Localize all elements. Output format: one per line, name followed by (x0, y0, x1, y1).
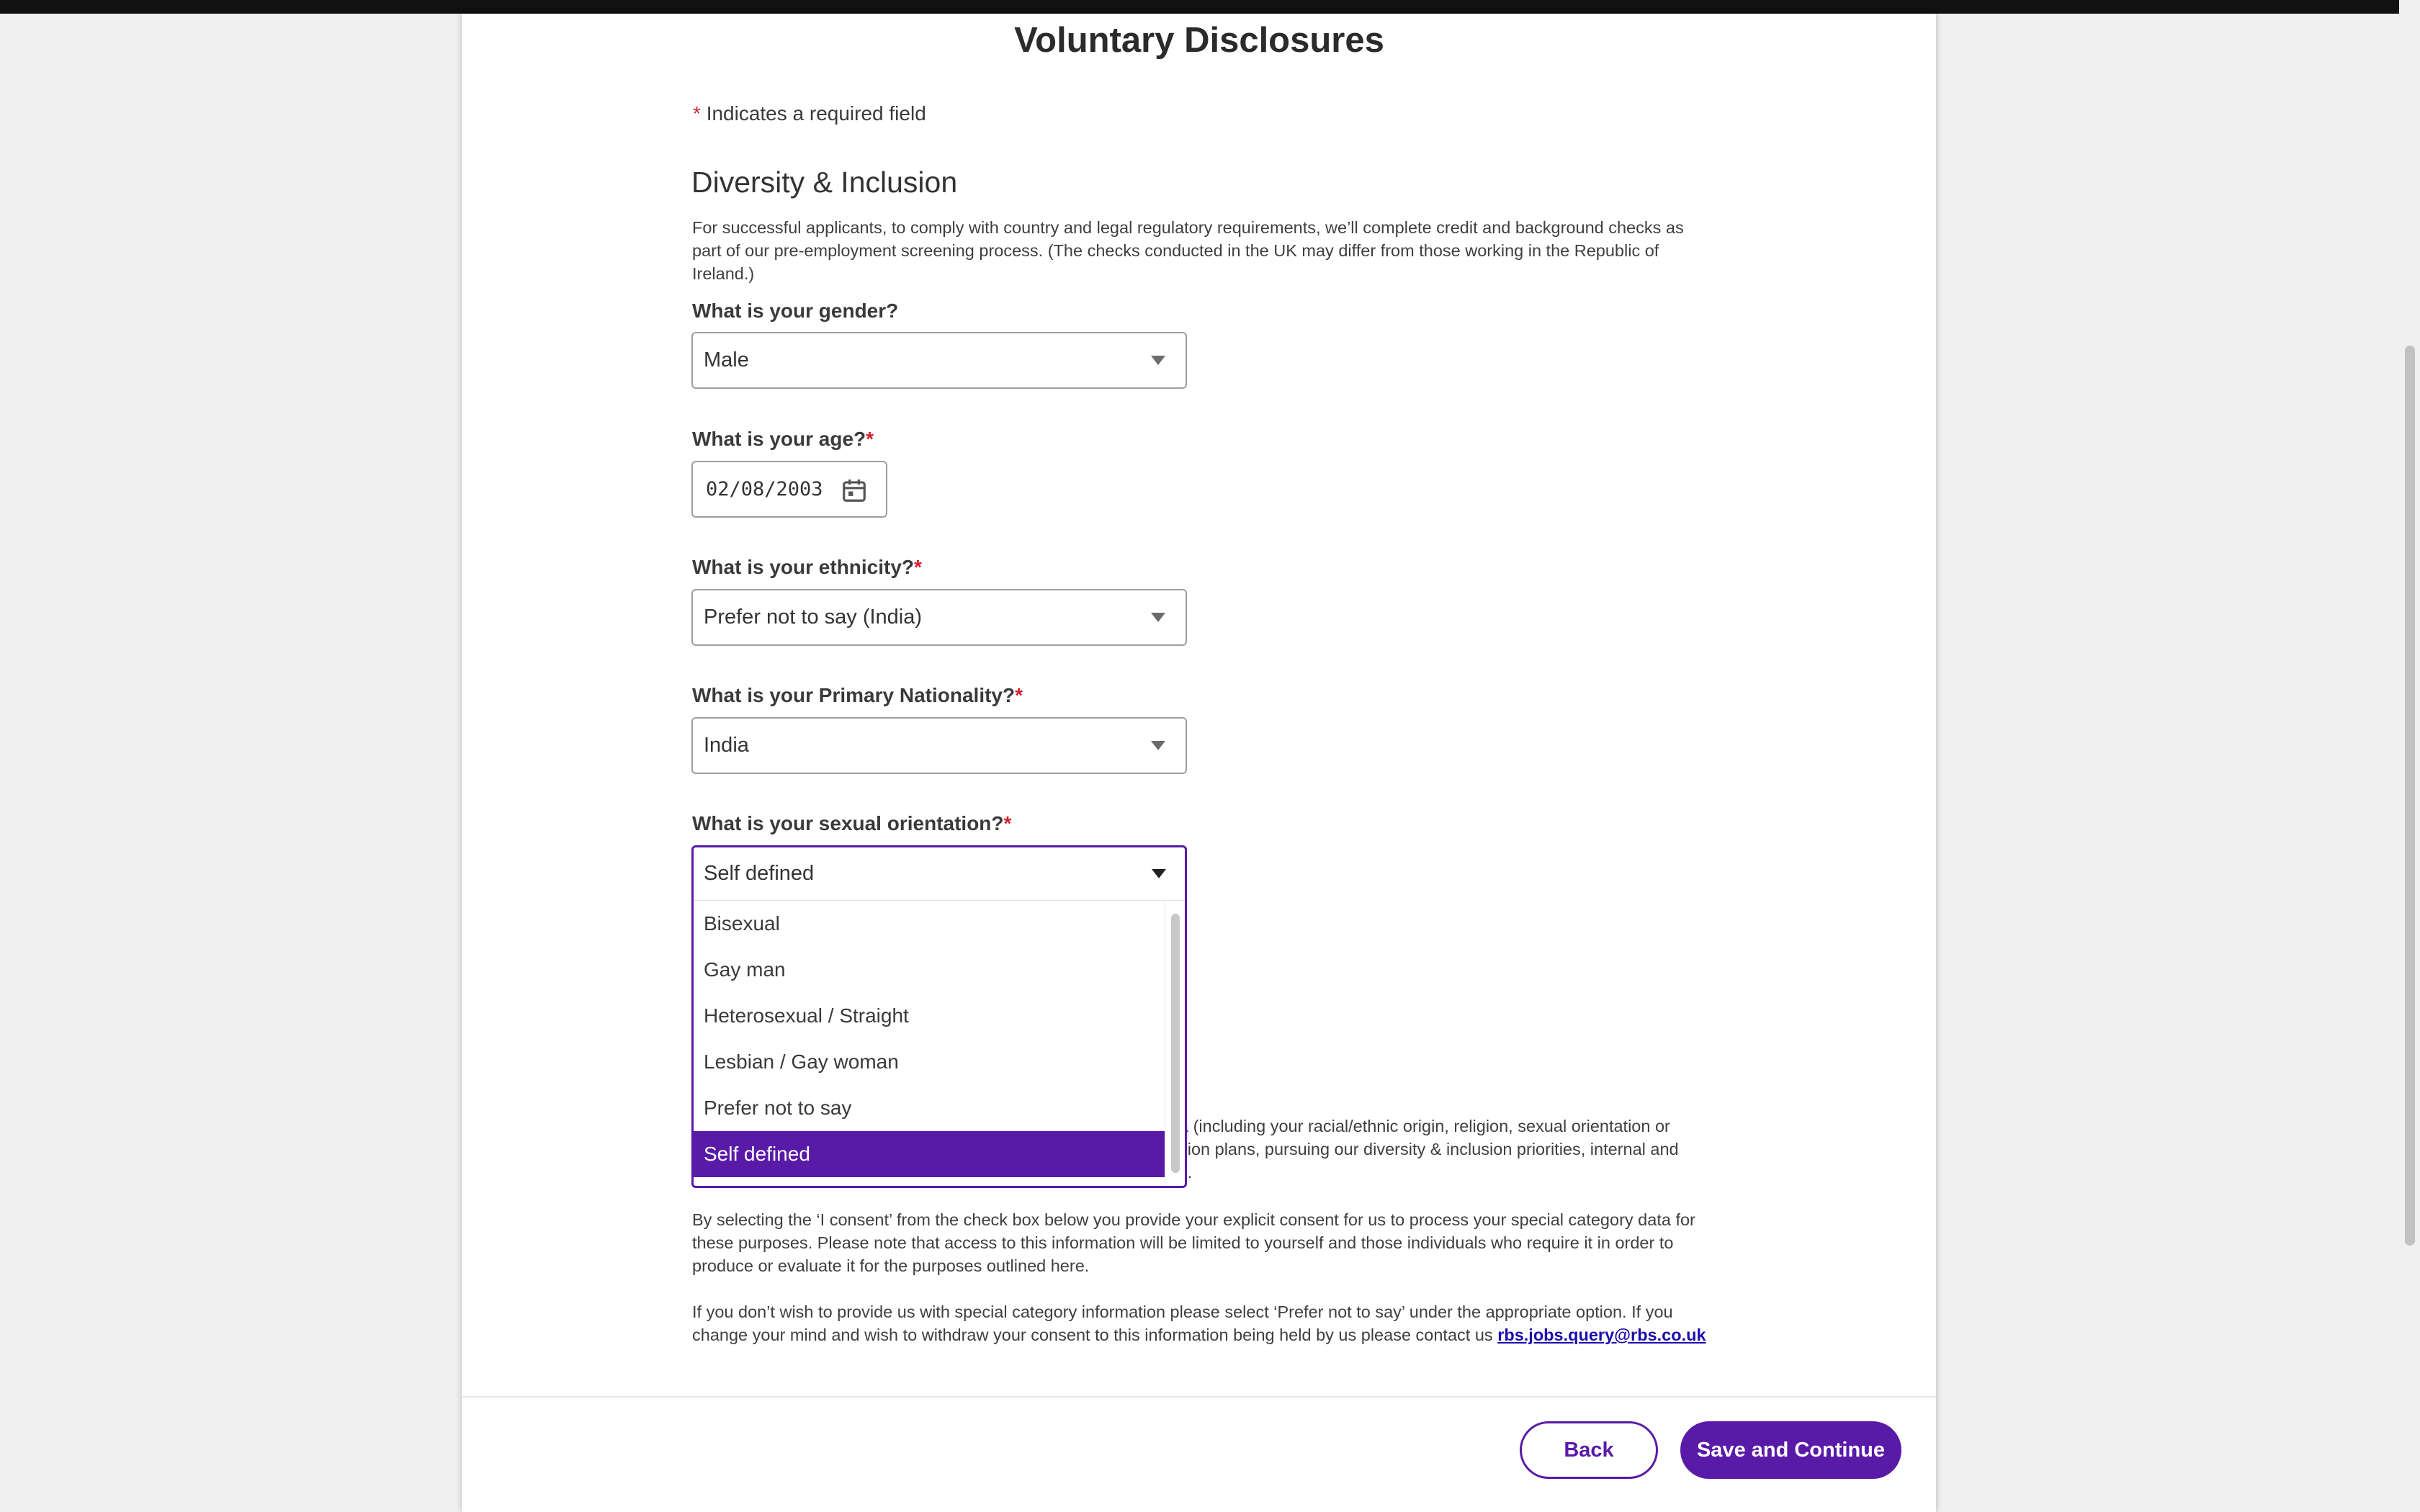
ethnicity-label: What is your ethnicity?* (692, 556, 922, 579)
orientation-value: Self defined (704, 862, 815, 885)
orientation-option[interactable]: Bisexual (694, 901, 1165, 947)
consent-partial-line: s. (1179, 1161, 1726, 1184)
required-marker: * (914, 556, 922, 578)
orientation-select-open[interactable]: Self defined Bisexual Gay man Heterosexu… (691, 845, 1187, 1188)
orientation-select-header[interactable]: Self defined (694, 847, 1185, 901)
nationality-value: India (704, 734, 749, 757)
age-date-value: 02/08/2003 (706, 478, 823, 500)
chevron-down-icon (1151, 356, 1165, 365)
nationality-label-text: What is your Primary Nationality? (692, 684, 1016, 706)
nationality-label: What is your Primary Nationality?* (692, 684, 1023, 707)
save-and-continue-button[interactable]: Save and Continue (1680, 1421, 1901, 1479)
footer-divider (462, 1396, 1936, 1398)
age-label: What is your age?* (692, 428, 874, 451)
orientation-options: Bisexual Gay man Heterosexual / Straight… (694, 901, 1165, 1186)
orientation-option[interactable]: Heterosexual / Straight (694, 993, 1165, 1039)
orientation-option[interactable]: Gay man (694, 947, 1165, 993)
age-label-text: What is your age? (692, 428, 866, 450)
section-heading: Diversity & Inclusion (691, 166, 958, 199)
page-scrollbar-thumb[interactable] (2405, 346, 2415, 1246)
ethnicity-value: Prefer not to say (India) (704, 606, 923, 629)
browser-top-bar (0, 0, 2420, 14)
chevron-down-icon (1152, 869, 1166, 878)
section-intro: For successful applicants, to comply wit… (692, 218, 1684, 283)
orientation-option[interactable]: Prefer not to say (694, 1085, 1165, 1131)
nationality-select[interactable]: India (691, 717, 1187, 774)
required-note-text: Indicates a required field (706, 102, 926, 125)
ethnicity-label-text: What is your ethnicity? (692, 556, 915, 578)
required-field-note: * Indicates a required field (693, 102, 926, 125)
required-marker: * (866, 428, 874, 450)
consent-paragraph-1: By selecting the ‘I consent’ from the ch… (692, 1210, 1695, 1275)
calendar-icon[interactable] (841, 477, 868, 504)
required-marker: * (693, 102, 701, 125)
consent-partial-line: sion plans, pursuing our diversity & inc… (1179, 1140, 1679, 1158)
consent-partial-line: a (including your racial/ethnic origin, … (1179, 1117, 1670, 1135)
chevron-down-icon (1151, 613, 1165, 622)
contact-email-link[interactable]: rbs.jobs.query@rbs.co.uk (1497, 1326, 1706, 1344)
orientation-label-text: What is your sexual orientation? (692, 812, 1004, 834)
consent-partial-text: a (including your racial/ethnic origin, … (1179, 1115, 1726, 1184)
orientation-scrollbar-thumb[interactable] (1171, 914, 1180, 1173)
chevron-down-icon (1151, 741, 1165, 750)
back-button[interactable]: Back (1520, 1421, 1658, 1479)
gender-value: Male (704, 348, 749, 372)
consent-paragraph-2: If you don’t wish to provide us with spe… (692, 1300, 1708, 1346)
page-title: Voluntary Disclosures (1014, 21, 1384, 60)
orientation-scrollbar[interactable] (1165, 901, 1185, 1186)
orientation-option-selected[interactable]: Self defined (694, 1131, 1165, 1177)
orientation-option[interactable]: Lesbian / Gay woman (694, 1039, 1165, 1085)
ethnicity-select[interactable]: Prefer not to say (India) (691, 589, 1187, 646)
required-marker: * (1003, 812, 1012, 834)
age-date-input[interactable]: 02/08/2003 (691, 461, 887, 518)
gender-select[interactable]: Male (691, 332, 1187, 389)
required-marker: * (1015, 684, 1023, 706)
gender-label-text: What is your gender? (692, 300, 899, 322)
orientation-label: What is your sexual orientation?* (692, 812, 1011, 835)
gender-label: What is your gender? (692, 300, 898, 323)
